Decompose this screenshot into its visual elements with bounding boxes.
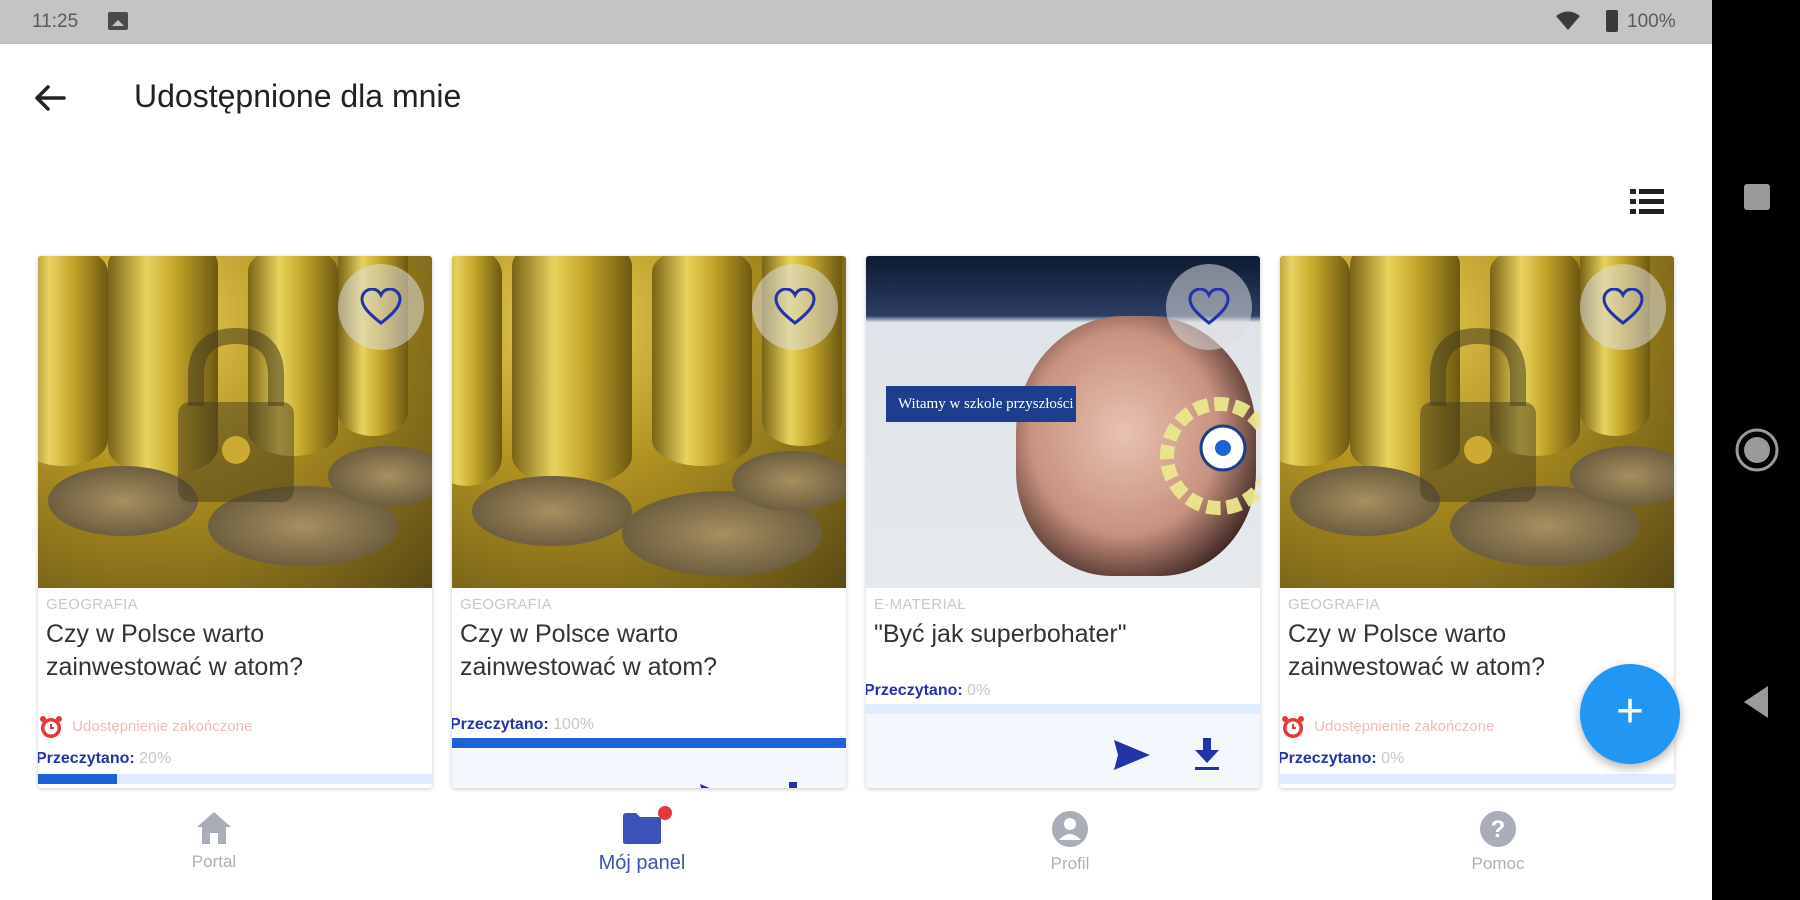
heart-icon xyxy=(1188,288,1230,325)
share-status-label: Udostępnienie zakończone xyxy=(72,717,253,735)
progress-fill xyxy=(452,738,846,748)
alarm-clock-icon xyxy=(40,716,62,738)
material-card[interactable]: GEOGRAFIA Czy w Polsce warto zainwestowa… xyxy=(452,256,846,788)
card-actions xyxy=(452,750,846,788)
share-status: Udostępnienie zakończone xyxy=(38,714,252,740)
progress-label-text: Przeczytano: xyxy=(866,682,963,699)
system-navigation-bar xyxy=(1712,0,1800,900)
card-title: Czy w Polsce warto zainwestować w atom? xyxy=(46,620,304,681)
progress-value: 0% xyxy=(1381,750,1405,767)
recents-icon[interactable] xyxy=(1712,168,1800,228)
nav-item-my-panel[interactable]: Mój panel xyxy=(522,802,762,892)
card-category: GEOGRAFIA xyxy=(460,596,552,613)
share-status: Udostępnienie zakończone xyxy=(1280,714,1494,740)
lock-icon xyxy=(178,327,294,502)
progress-bar xyxy=(38,774,432,784)
status-time: 11:25 xyxy=(32,11,79,32)
battery-icon xyxy=(1606,10,1618,32)
material-card[interactable]: GEOGRAFIA Czy w Polsce warto zainwestowa… xyxy=(38,256,432,788)
svg-text:?: ? xyxy=(1491,816,1506,843)
nav-item-profile[interactable]: Profil xyxy=(950,802,1190,892)
progress-label-text: Przeczytano: xyxy=(38,750,135,767)
download-icon[interactable] xyxy=(1192,736,1222,772)
home-button-icon[interactable] xyxy=(1712,420,1800,480)
app-bar: Udostępnione dla mnie xyxy=(0,44,1712,148)
card-category: GEOGRAFIA xyxy=(1288,596,1380,613)
bottom-navigation: Portal Mój panel Profil ? Pomoc xyxy=(0,792,1712,900)
progress-label-text: Przeczytano: xyxy=(1280,750,1377,767)
gallery-notification-icon xyxy=(108,12,128,30)
account-icon xyxy=(1052,811,1088,847)
play-icon xyxy=(1160,397,1260,515)
heart-icon xyxy=(774,288,816,325)
app-screen: 11:25 100% Udostępnione dla mnie GEOGRAF… xyxy=(0,0,1712,900)
card-title: "Być jak superbohater" xyxy=(874,620,1127,648)
share-status-label: Udostępnienie zakończone xyxy=(1314,717,1495,735)
home-icon xyxy=(197,812,231,844)
progress-bar xyxy=(452,738,846,748)
download-icon[interactable] xyxy=(778,780,808,788)
progress-label: Przeczytano: 100% xyxy=(452,716,594,734)
material-card[interactable]: Witamy w szkole przyszłości E-MATERIAŁ "… xyxy=(866,256,1260,788)
nav-item-help[interactable]: ? Pomoc xyxy=(1378,802,1618,892)
back-triangle-icon[interactable] xyxy=(1712,672,1800,732)
progress-label: Przeczytano: 20% xyxy=(38,750,171,768)
progress-label-text: Przeczytano: xyxy=(452,716,549,733)
lock-icon xyxy=(1420,327,1536,502)
progress-value: 0% xyxy=(967,682,991,699)
progress-label: Przeczytano: 0% xyxy=(866,682,990,700)
battery-percent: 100% xyxy=(1627,11,1676,32)
progress-bar xyxy=(1280,774,1674,784)
help-icon: ? xyxy=(1480,811,1516,847)
progress-value: 20% xyxy=(139,750,172,767)
favorite-button[interactable] xyxy=(1580,264,1666,350)
nav-item-portal[interactable]: Portal xyxy=(94,802,334,892)
alarm-clock-icon xyxy=(1282,716,1304,738)
favorite-button[interactable] xyxy=(752,264,838,350)
progress-label: Przeczytano: 0% xyxy=(1280,750,1404,768)
card-category: GEOGRAFIA xyxy=(46,596,138,613)
heart-icon xyxy=(1602,288,1644,325)
nav-label: Pomoc xyxy=(1471,854,1525,873)
nav-label: Profil xyxy=(1050,854,1090,873)
status-bar: 11:25 100% xyxy=(0,0,1712,44)
progress-fill xyxy=(38,774,117,784)
progress-value: 100% xyxy=(553,716,595,733)
card-title: Czy w Polsce warto zainwestować w atom? xyxy=(460,620,718,681)
wifi-icon xyxy=(1556,11,1580,30)
notification-badge xyxy=(658,806,672,820)
send-icon[interactable] xyxy=(698,782,738,788)
nav-label: Portal xyxy=(191,852,237,871)
shared-materials-grid: GEOGRAFIA Czy w Polsce warto zainwestowa… xyxy=(38,256,1678,788)
thumbnail-banner: Witamy w szkole przyszłości xyxy=(886,386,1076,422)
progress-bar xyxy=(866,704,1260,714)
card-category: E-MATERIAŁ xyxy=(874,596,966,613)
plus-icon: + xyxy=(1615,685,1645,738)
add-fab-button[interactable]: + xyxy=(1580,664,1680,764)
back-arrow-icon[interactable] xyxy=(30,78,70,118)
folder-icon xyxy=(623,813,661,844)
favorite-button[interactable] xyxy=(1166,264,1252,350)
page-title: Udostępnione dla mnie xyxy=(134,78,462,114)
send-icon[interactable] xyxy=(1112,738,1152,772)
favorite-button[interactable] xyxy=(338,264,424,350)
heart-icon xyxy=(360,288,402,325)
card-actions xyxy=(866,714,1260,788)
list-view-icon[interactable] xyxy=(1628,186,1666,218)
nav-label: Mój panel xyxy=(598,852,686,874)
